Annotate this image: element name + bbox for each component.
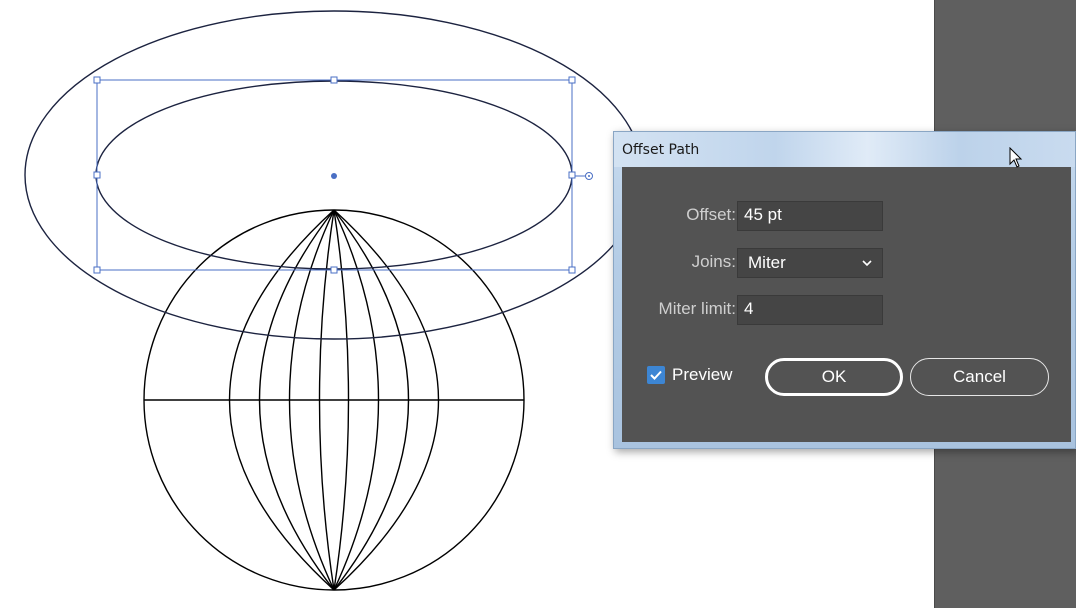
resize-handle[interactable] [568,266,576,274]
dialog-title: Offset Path [622,142,700,158]
resize-handle[interactable] [330,76,338,84]
cancel-button[interactable]: Cancel [910,358,1049,396]
offset-path-dialog[interactable]: Offset Path Offset: 45 pt Joins: Miter M… [613,131,1076,449]
resize-handle[interactable] [568,171,576,179]
selection-bounding-box[interactable] [93,76,593,274]
dialog-titlebar[interactable]: Offset Path [614,132,1075,167]
dialog-body: Offset: 45 pt Joins: Miter Miter limit: … [622,167,1071,442]
miter-limit-input[interactable]: 4 [737,295,883,325]
joins-select-value: Miter [748,253,786,272]
resize-handle[interactable] [93,171,101,179]
checkmark-icon [650,370,662,380]
preview-checkbox[interactable] [647,366,665,384]
resize-handle[interactable] [93,76,101,84]
artboard[interactable]: Offset Path Offset: 45 pt Joins: Miter M… [0,0,1076,608]
mouse-pointer-icon [1009,147,1023,168]
joins-select[interactable]: Miter [737,248,883,278]
resize-handle[interactable] [568,76,576,84]
joins-label: Joins: [691,252,736,271]
chevron-down-icon [862,260,872,267]
offset-label: Offset: [686,205,736,224]
center-point [331,173,337,179]
resize-handle[interactable] [93,266,101,274]
preview-label[interactable]: Preview [672,365,732,385]
offset-input[interactable]: 45 pt [737,201,883,231]
ok-button[interactable]: OK [765,358,903,396]
pie-widget-dot [588,175,590,177]
resize-handle[interactable] [330,266,338,274]
miter-limit-label: Miter limit: [658,299,736,318]
